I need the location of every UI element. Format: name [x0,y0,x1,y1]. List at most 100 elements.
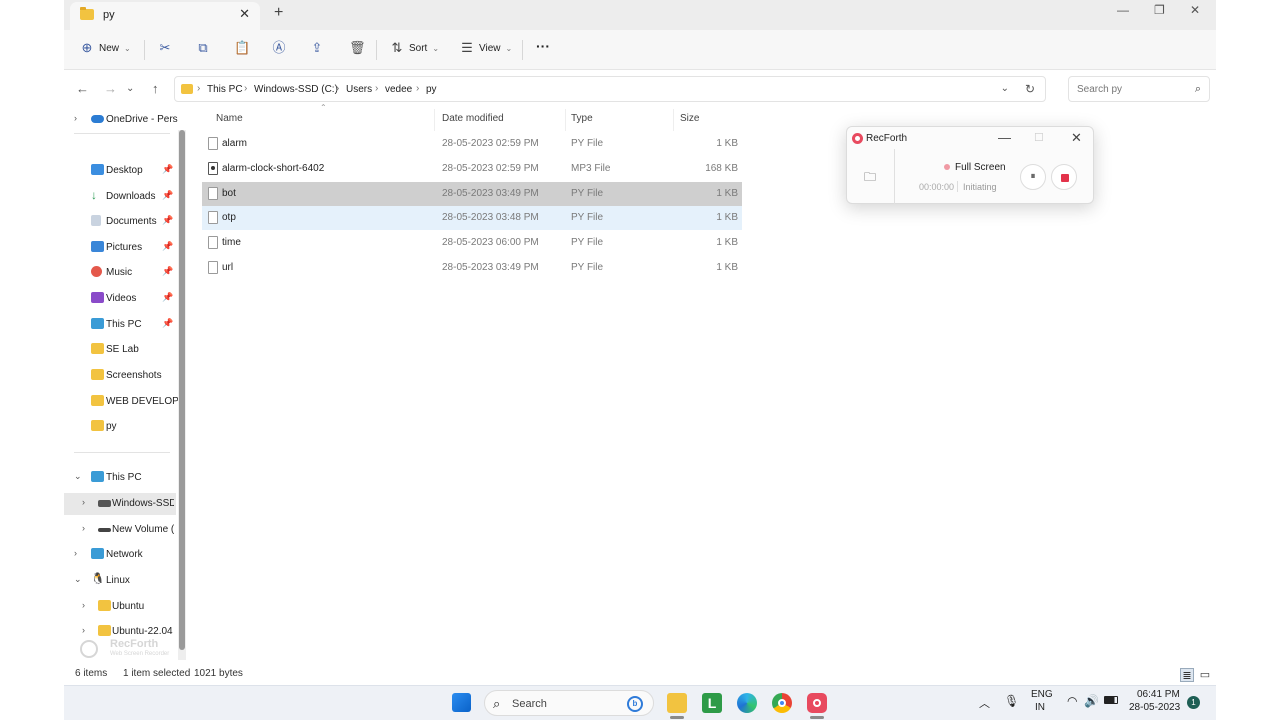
paste-button[interactable]: 📋 [234,41,250,55]
column-header-type[interactable]: Type [571,113,593,124]
refresh-icon[interactable]: ↻ [1025,82,1035,96]
view-button[interactable]: ☰ View ⌄ [460,41,512,55]
app-l-icon[interactable]: L [702,693,722,713]
up-button[interactable]: ↑ [152,81,159,96]
rename-button[interactable]: Ⓐ [272,41,286,55]
pause-button[interactable]: ⏸ [1020,164,1046,190]
share-button[interactable]: ⇪ [310,41,324,55]
more-icon: ··· [536,38,550,54]
file-row[interactable]: time 28-05-2023 06:00 PM PY File 1 KB [202,231,742,255]
new-label: New [99,42,120,54]
nav-item-se-lab[interactable]: SE Lab [64,339,174,361]
breadcrumb-this-pc[interactable]: This PC [207,84,243,95]
divider [565,109,566,131]
address-bar[interactable]: › This PC › Windows-SSD (C:) › Users › v… [174,76,1046,102]
tab-py[interactable]: py ✕ [70,2,260,30]
recent-chevron-icon[interactable]: ⌄ [126,83,134,94]
stop-button[interactable] [1051,164,1077,190]
cut-button[interactable]: ✂ [158,41,172,55]
file-row[interactable]: url 28-05-2023 03:49 PM PY File 1 KB [202,256,742,280]
nav-item-desktop[interactable]: Desktop 📌 [64,160,174,182]
item-count: 6 items [75,668,108,679]
chevron-right-icon: › [336,83,340,94]
nav-item-documents[interactable]: Documents 📌 [64,211,174,233]
divider [74,133,170,134]
details-view-icon[interactable]: ≣ [1180,668,1194,682]
breadcrumb-users[interactable]: Users [346,84,372,95]
recorder-folder-panel: 🗀 [847,149,895,204]
nav-item-this-pc[interactable]: ⌄ This PC [64,467,174,489]
nav-item-this-pc-quick[interactable]: This PC 📌 [64,314,174,336]
search-box[interactable]: Search py ⌕ [1068,76,1210,102]
recorder-minimize-button[interactable]: — [998,130,1011,145]
region-indicator[interactable]: IN [1035,702,1045,713]
nav-item-screenshots[interactable]: Screenshots [64,365,174,387]
nav-item-music[interactable]: Music 📌 [64,262,174,284]
file-row[interactable]: alarm 28-05-2023 02:59 PM PY File 1 KB [202,132,742,156]
file-name: alarm [222,138,248,149]
delete-button[interactable]: 🗑 [349,41,366,55]
close-window-button[interactable]: ✕ [1190,3,1200,17]
chevron-down-icon: ⌄ [74,471,82,481]
clock-date[interactable]: 28-05-2023 [1129,702,1180,713]
chevron-right-icon: › [82,497,85,507]
file-name: url [222,262,234,273]
clock-time[interactable]: 06:41 PM [1137,689,1180,700]
minimize-button[interactable]: — [1117,3,1129,17]
nav-item-new-volume[interactable]: › New Volume (D [64,519,174,541]
recorder-maximize-button[interactable]: ☐ [1034,131,1044,144]
edge-browser-icon[interactable] [737,693,757,713]
start-windows-icon[interactable] [452,693,471,712]
breadcrumb-vedee[interactable]: vedee [385,84,412,95]
recording-mode[interactable]: Full Screen [955,162,1006,173]
nav-item-py[interactable]: py [64,416,174,438]
copy-button[interactable]: ⧉ [196,41,210,55]
wifi-icon[interactable]: ◠ [1067,694,1077,708]
new-tab-button[interactable]: + [274,4,283,22]
nav-item-onedrive[interactable]: › OneDrive - Perso [64,109,178,131]
new-button[interactable]: ⊕ New ⌄ [80,41,131,55]
forward-button[interactable]: → [104,81,117,96]
nav-item-pictures[interactable]: Pictures 📌 [64,237,174,259]
battery-icon[interactable] [1104,696,1118,704]
column-header-size[interactable]: Size [680,113,699,124]
language-indicator[interactable]: ENG [1031,689,1053,700]
notification-badge[interactable]: 1 [1187,696,1200,709]
sort-button[interactable]: ⇅ Sort ⌄ [390,41,440,55]
more-options-button[interactable]: ··· [536,38,550,54]
column-header-date[interactable]: Date modified [442,113,504,124]
nav-item-downloads[interactable]: ↓ Downloads 📌 [64,186,174,208]
scrollbar-thumb[interactable] [179,130,185,650]
file-row[interactable]: alarm-clock-short-6402 28-05-2023 02:59 … [202,157,742,181]
nav-item-network[interactable]: › Network [64,544,174,566]
breadcrumb-py[interactable]: py [426,84,437,95]
nav-item-web-development[interactable]: WEB DEVELOPM [64,391,178,413]
volume-icon[interactable]: 🔊 [1084,694,1099,708]
tray-overflow-chevron-icon[interactable]: ︿ [979,695,990,711]
nav-item-windows-ssd[interactable]: › Windows-SSD [64,493,176,515]
taskbar-search[interactable]: ⌕ Search b [484,690,654,716]
restore-button[interactable]: ❐ [1154,3,1165,17]
right-letterbox [1216,0,1280,720]
nav-item-videos[interactable]: Videos 📌 [64,288,174,310]
nav-item-ubuntu[interactable]: › Ubuntu [64,596,174,618]
file-name: otp [222,212,236,223]
column-header-name[interactable]: Name [216,113,243,124]
divider [673,109,674,131]
back-button[interactable]: ← [76,81,89,96]
file-explorer-icon[interactable] [667,693,687,713]
pin-icon: 📌 [162,241,174,251]
microphone-icon[interactable]: 🎙 [1004,694,1019,708]
file-row-hovered[interactable]: otp 28-05-2023 03:48 PM PY File 1 KB [202,206,742,230]
close-tab-icon[interactable]: ✕ [239,6,250,22]
nav-item-linux[interactable]: ⌄ 🐧 Linux [64,570,174,592]
tiles-view-icon[interactable]: ▭ [1198,668,1212,682]
recorder-close-button[interactable]: ✕ [1071,130,1082,146]
history-dropdown-icon[interactable]: ⌄ [1001,83,1009,94]
open-folder-icon[interactable]: 🗀 [864,168,876,189]
recorder-widget: RecForth — ☐ ✕ 🗀 Full Screen 00:00:00 In… [846,126,1094,204]
breadcrumb-drive[interactable]: Windows-SSD (C:) [254,84,338,95]
file-row-selected[interactable]: bot 28-05-2023 03:49 PM PY File 1 KB [202,182,742,206]
nav-scrollbar[interactable] [178,130,186,660]
command-bar: ⊕ New ⌄ ✂ ⧉ 📋 Ⓐ ⇪ 🗑 ⇅ Sort ⌄ ☰ View ⌄ ··… [64,30,1216,70]
